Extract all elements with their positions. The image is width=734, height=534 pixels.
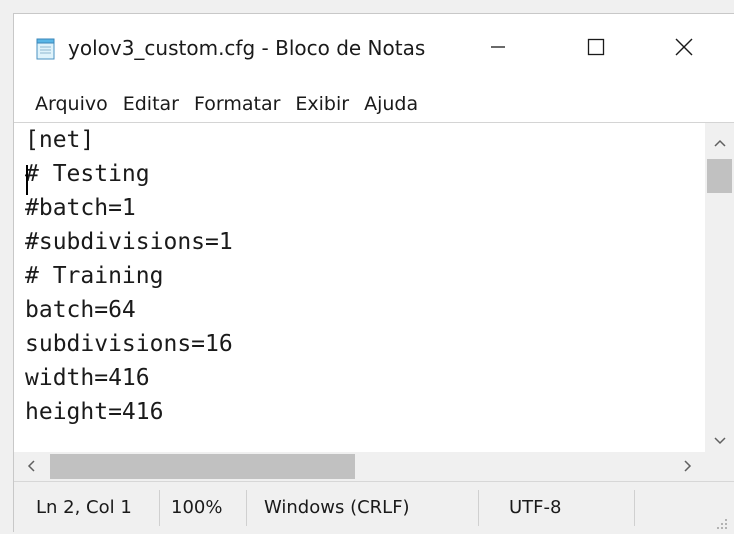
status-divider — [634, 490, 635, 526]
menu-exibir[interactable]: Exibir — [288, 93, 356, 115]
menu-bar: Arquivo Editar Formatar Exibir Ajuda — [14, 86, 734, 122]
scroll-up-button[interactable] — [705, 127, 734, 155]
text-line: [net] — [25, 127, 95, 153]
notepad-window: yolov3_custom.cfg - Bloco de Notas Arqui… — [13, 13, 734, 533]
maximize-icon — [587, 38, 605, 60]
close-button[interactable] — [642, 14, 726, 84]
chevron-right-icon — [684, 457, 692, 476]
text-line: # Testing — [25, 161, 150, 187]
text-line: batch=64 — [25, 297, 136, 323]
vertical-scroll-thumb[interactable] — [707, 159, 732, 193]
chevron-left-icon — [27, 457, 35, 476]
horizontal-scroll-thumb[interactable] — [50, 454, 355, 479]
scroll-left-button[interactable] — [17, 452, 45, 481]
chevron-down-icon — [713, 430, 726, 449]
horizontal-scrollbar[interactable] — [14, 452, 705, 481]
notepad-icon — [36, 38, 56, 60]
text-line: subdivisions=16 — [25, 331, 233, 357]
chevron-up-icon — [713, 132, 726, 151]
zoom-level: 100% — [171, 497, 223, 518]
title-bar[interactable]: yolov3_custom.cfg - Bloco de Notas — [14, 14, 734, 84]
menu-ajuda[interactable]: Ajuda — [357, 93, 425, 115]
minimize-button[interactable] — [456, 14, 540, 84]
text-line: # Training — [25, 263, 164, 289]
text-editor[interactable]: [net] # Testing #batch=1 #subdivisions=1… — [14, 122, 705, 453]
scroll-right-button[interactable] — [674, 452, 702, 481]
menu-arquivo[interactable]: Arquivo — [28, 93, 115, 115]
maximize-button[interactable] — [554, 14, 638, 84]
cursor-position: Ln 2, Col 1 — [36, 497, 132, 518]
text-encoding: UTF-8 — [509, 497, 562, 518]
resize-grip-icon[interactable] — [716, 515, 728, 529]
status-divider — [246, 490, 247, 526]
text-line: #subdivisions=1 — [25, 229, 233, 255]
text-line: width=416 — [25, 365, 150, 391]
minimize-icon — [490, 39, 506, 59]
status-divider — [159, 490, 160, 526]
menu-editar[interactable]: Editar — [116, 93, 186, 115]
scroll-down-button[interactable] — [705, 425, 734, 453]
text-caret — [26, 165, 28, 195]
vertical-scrollbar[interactable] — [705, 122, 734, 453]
close-icon — [675, 38, 693, 60]
status-divider — [478, 490, 479, 526]
status-bar: Ln 2, Col 1 100% Windows (CRLF) UTF-8 — [14, 481, 734, 533]
scrollbar-corner — [705, 452, 734, 481]
line-ending-type: Windows (CRLF) — [264, 497, 410, 518]
text-line: height=416 — [25, 399, 164, 425]
text-line: #batch=1 — [25, 195, 136, 221]
menu-formatar[interactable]: Formatar — [187, 93, 287, 115]
window-title: yolov3_custom.cfg - Bloco de Notas — [68, 36, 426, 60]
